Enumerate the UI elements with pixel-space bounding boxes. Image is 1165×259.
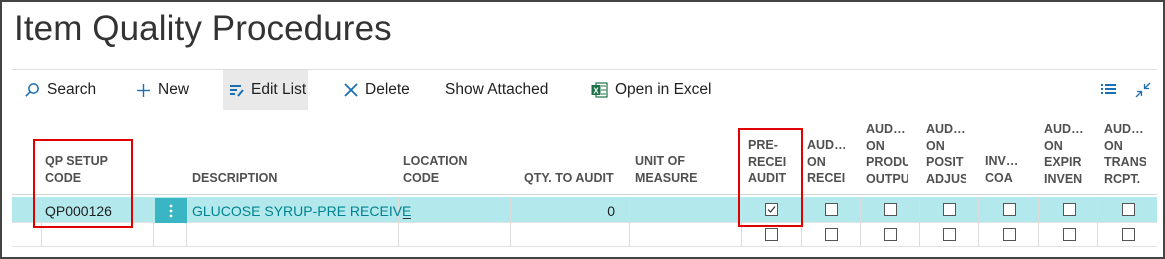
search-label: Search [47,81,97,98]
col-header-description[interactable]: DESCRIPTION [192,170,392,187]
search-icon [25,83,39,97]
cell-description-link[interactable]: GLUCOSE SYRUP-PRE RECEIVE [192,203,411,219]
col-divider [1038,197,1039,247]
checkbox-audit-on-transfer[interactable] [1122,203,1135,216]
show-attached-label: Show Attached [445,81,549,98]
col-divider [919,197,920,247]
checkbox-audit-on-production[interactable] [884,228,897,241]
col-divider [1097,197,1098,247]
header-divider [12,194,1157,195]
search-button[interactable]: Search [24,70,96,110]
page-title: Item Quality Procedures [14,9,392,48]
collapse-arrows-icon [1135,82,1151,98]
checkbox-audit-on-positive-adj[interactable] [943,203,956,216]
excel-icon: X [591,82,608,98]
action-toolbar: Search New Edit List Delete Show Attache… [2,70,1162,112]
col-header-audit-on-positive-adj[interactable]: AUD… ON POSIT ADJUS [926,121,966,187]
checkbox-pre-receive-audit[interactable] [765,228,778,241]
new-button[interactable]: New [136,70,189,110]
page-frame: Item Quality Procedures Search New Edit … [0,0,1165,259]
more-vertical-icon [169,204,173,217]
edit-list-label: Edit List [251,81,307,98]
collapse-button[interactable] [1135,82,1151,103]
col-divider [978,197,979,247]
list-view-button[interactable] [1101,82,1116,100]
col-header-inv-coa[interactable]: INV… COA [985,153,1023,186]
edit-list-icon [230,84,244,97]
checkbox-inv-coa[interactable] [1003,203,1016,216]
col-header-audit-on-expiry[interactable]: AUD… ON EXPIR INVEN [1044,121,1086,187]
col-header-location-code[interactable]: LOCATION CODE [403,153,503,186]
row-divider [12,246,1157,247]
checkbox-audit-on-receive[interactable] [825,228,838,241]
checkbox-inv-coa[interactable] [1003,228,1016,241]
highlight-box-qp-setup-code [33,139,133,228]
checkbox-audit-on-expiry[interactable] [1063,203,1076,216]
checkbox-audit-on-production[interactable] [884,203,897,216]
highlight-box-pre-receive-audit [738,128,803,227]
cell-qty-to-audit[interactable]: 0 [512,203,615,219]
open-in-excel-label: Open in Excel [615,81,712,98]
col-header-audit-on-receive[interactable]: AUD… ON RECEI [807,137,845,187]
col-header-audit-on-transfer[interactable]: AUD… ON TRANS RCPT. [1104,121,1146,187]
checkbox-audit-on-transfer[interactable] [1122,228,1135,241]
checkbox-audit-on-expiry[interactable] [1063,228,1076,241]
col-divider [510,197,511,247]
delete-x-icon [344,83,358,97]
col-header-unit-of-measure[interactable]: UNIT OF MEASURE [635,153,735,186]
col-header-qty-to-audit[interactable]: QTY. TO AUDIT [524,170,629,187]
checkbox-audit-on-receive[interactable] [825,203,838,216]
svg-text:X: X [593,86,599,95]
col-divider [629,197,630,247]
edit-list-button[interactable]: Edit List [223,70,308,110]
row-actions-button[interactable] [155,198,187,223]
show-attached-button[interactable]: Show Attached [445,70,548,110]
delete-label: Delete [365,81,410,98]
plus-icon [137,83,150,97]
col-divider [153,197,154,247]
open-in-excel-button[interactable]: X Open in Excel [591,70,712,110]
delete-button[interactable]: Delete [344,70,410,110]
list-view-icon [1101,84,1116,94]
checkbox-audit-on-positive-adj[interactable] [943,228,956,241]
cell-location-code[interactable]: _ [403,203,411,219]
new-label: New [158,81,190,98]
col-header-audit-on-production[interactable]: AUD… ON PRODU OUTPU [866,121,908,187]
col-divider [860,197,861,247]
